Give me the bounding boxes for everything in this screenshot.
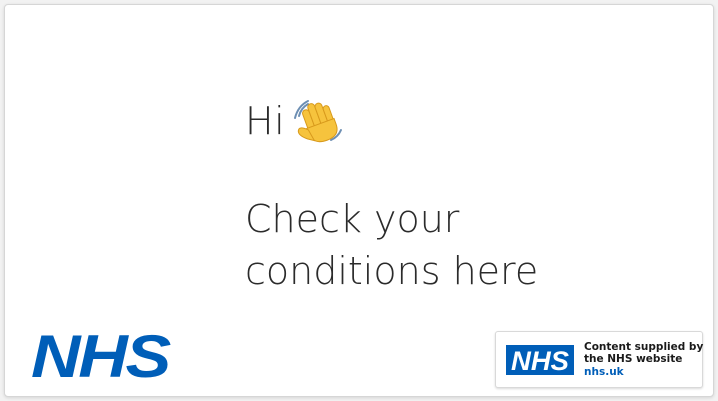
message-card: Hi Check your conditions here NHS NHS Co… (4, 4, 714, 397)
attribution-text: Content supplied by the NHS website nhs.… (584, 341, 703, 379)
greeting-text: Hi (245, 99, 286, 143)
headline[interactable]: Check your conditions here (245, 193, 665, 297)
nhs-logo-text: NHS (31, 327, 171, 385)
waving-hand-icon (294, 100, 343, 143)
nhs-logo: NHS (31, 327, 173, 385)
nhs-attribution-badge[interactable]: NHS Content supplied by the NHS website … (495, 331, 703, 388)
nhs-badge-logo-text: NHS (511, 346, 569, 375)
attribution-line-1: Content supplied by (584, 340, 704, 353)
attribution-line-2: the NHS website (584, 353, 683, 366)
headline-line-2: conditions here (245, 249, 539, 293)
headline-line-1: Check your (245, 197, 460, 241)
nhs-website-link[interactable]: nhs.uk (584, 366, 703, 379)
greeting: Hi (245, 91, 343, 151)
nhs-badge-logo: NHS (506, 344, 574, 375)
